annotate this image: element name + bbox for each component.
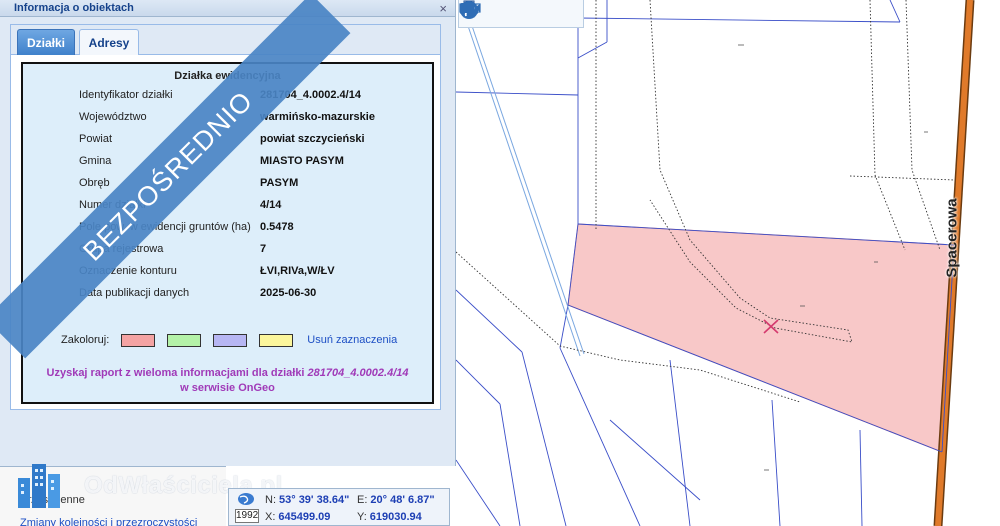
print-icon[interactable]: [460, 0, 519, 26]
attr-value: warmińsko-mazurskie: [260, 111, 375, 123]
parcel-heading: Działka ewidencyjna: [174, 70, 281, 82]
camera-icon[interactable]: [460, 2, 579, 26]
attr-label: Gmina: [79, 155, 112, 167]
selected-parcel: [567, 223, 955, 453]
swatch-yellow[interactable]: [259, 333, 294, 347]
tab-dzialki[interactable]: Działki: [17, 29, 75, 55]
map-drawing: [456, 0, 975, 526]
app-root: Spacerowa Informacja o obiektach × Dział…: [0, 0, 1000, 526]
attr-label: Data publikacji danych: [79, 287, 190, 299]
epsg-code[interactable]: 1992: [235, 509, 259, 523]
attr-label: Obręb: [79, 177, 110, 189]
attr-row: Data publikacji danych 2025-06-30: [79, 287, 429, 303]
swatch-green[interactable]: [167, 333, 202, 347]
attr-value: 4/14: [260, 199, 282, 211]
attr-label: Oznaczenie konturu: [79, 265, 177, 277]
attr-value: 0.5478: [260, 221, 294, 233]
attr-label: Województwo: [79, 111, 147, 123]
report-parcel-id: 281704_4.0002.4/14: [307, 367, 409, 379]
attr-value: ŁVI,RIVa,W/ŁV: [260, 265, 335, 277]
attr-row: Grupa rejestrowa 7: [79, 243, 429, 259]
attr-row: Pole pow. w ewidencji gruntów (ha) 0.5478: [79, 221, 429, 237]
colorize-bar: Zakoloruj: Usuń zaznaczenia: [61, 332, 397, 348]
coord-n: N: 53° 39' 38.64": [265, 494, 350, 506]
swatch-red[interactable]: [121, 333, 156, 347]
attr-value: powiat szczycieński: [260, 133, 365, 145]
attr-value: 2025-06-30: [260, 287, 317, 299]
attr-row: Obręb PASYM: [79, 177, 429, 193]
close-icon[interactable]: ×: [439, 2, 447, 15]
coordinates-panel: N: 53° 39' 38.64" E: 20° 48' 6.87" 1992 X:…: [228, 488, 450, 526]
attr-row: Oznaczenie konturu ŁVI,RIVa,W/ŁV: [79, 265, 429, 281]
clear-selection-link[interactable]: Usuń zaznaczenia: [307, 334, 397, 346]
attr-value: 7: [260, 243, 267, 255]
attr-label: Grupa rejestrowa: [79, 243, 164, 255]
colorize-label: Zakoloruj:: [61, 334, 110, 346]
coord-e: E: 20° 48' 6.87": [357, 494, 435, 506]
object-info-panel: Informacja o obiektach × Działki Adresy …: [0, 0, 456, 466]
attr-label: Identyfikator działki: [79, 89, 173, 101]
panel-title: Informacja o obiektach: [14, 2, 134, 14]
building-logo-icon: [18, 464, 60, 508]
street-label: Spacerowa: [943, 198, 961, 278]
parcel-info-box: Działka ewidencyjna Identyfikator działk…: [21, 62, 434, 404]
attr-row: Identyfikator działki 281704_4.0002.4/14: [79, 89, 429, 105]
attr-label: Pole pow. w ewidencji gruntów (ha): [79, 221, 251, 233]
swatch-blue[interactable]: [213, 333, 248, 347]
attr-value: 281704_4.0002.4/14: [260, 89, 361, 101]
attr-value: MIASTO PASYM: [260, 155, 344, 167]
report-service: w serwisie OnGeo: [180, 382, 275, 394]
map-toolbar: [458, 0, 584, 28]
panel-header: Informacja o obiektach ×: [0, 0, 455, 17]
report-text: Uzyskaj raport z wieloma informacjami dl…: [46, 367, 308, 379]
attr-label: Powiat: [79, 133, 113, 145]
coord-x: X: 645499.09: [265, 511, 331, 523]
map-canvas[interactable]: [456, 0, 1000, 526]
attr-value: PASYM: [260, 177, 299, 189]
panel-body: Działki Adresy Działka ewidencyjna Ident…: [10, 24, 441, 410]
attr-row: Powiat powiat szczycieński: [79, 133, 429, 149]
tree-item-link[interactable]: Zmiany kolejności i przezroczystości: [20, 517, 197, 526]
globe-icon: [238, 493, 254, 505]
attr-row: Województwo warmińsko-mazurskie: [79, 111, 429, 127]
ongeo-report-link[interactable]: Uzyskaj raport z wieloma informacjami dl…: [23, 366, 432, 396]
attr-row: Numer działki 4/14: [79, 199, 429, 215]
attr-row: Gmina MIASTO PASYM: [79, 155, 429, 171]
coord-y: Y: 619030.94: [357, 511, 422, 523]
tab-bar: Działki Adresy: [11, 25, 440, 55]
globe-icon[interactable]: [460, 1, 549, 26]
tab-adresy[interactable]: Adresy: [79, 29, 139, 55]
attr-label: Numer działki: [79, 199, 146, 211]
